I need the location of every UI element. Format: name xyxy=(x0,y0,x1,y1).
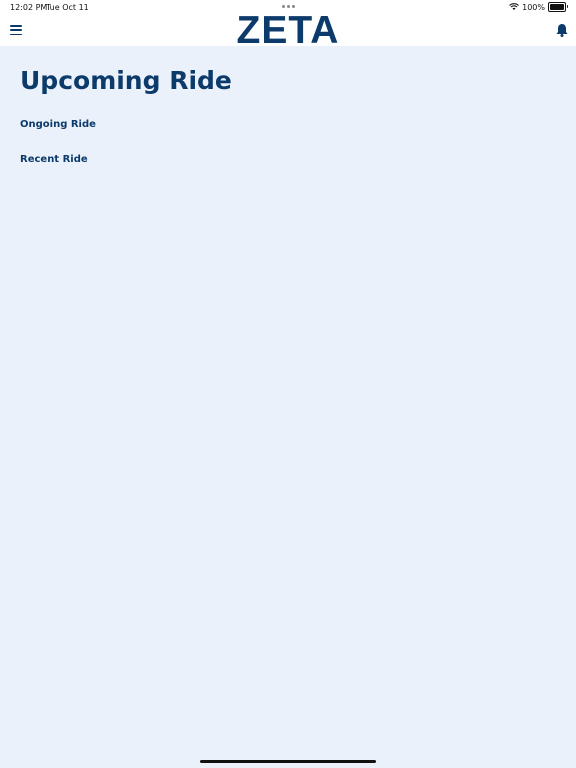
recent-ride-link[interactable]: Recent Ride xyxy=(20,154,88,165)
bell-icon[interactable] xyxy=(556,23,568,37)
wifi-icon xyxy=(509,3,520,10)
app-screen: 12:02 PM Tue Oct 11 100% ZETA Upcoming R… xyxy=(0,0,576,768)
page-title: Upcoming Ride xyxy=(20,66,232,95)
ongoing-ride-link[interactable]: Ongoing Ride xyxy=(20,119,96,130)
top-navigation-bar: ZETA xyxy=(0,11,576,51)
main-content: Upcoming Ride Ongoing Ride Recent Ride xyxy=(0,46,576,768)
brand-logo: ZETA xyxy=(236,9,340,52)
home-indicator[interactable] xyxy=(200,760,376,763)
multitasking-dots-icon[interactable] xyxy=(282,5,295,8)
